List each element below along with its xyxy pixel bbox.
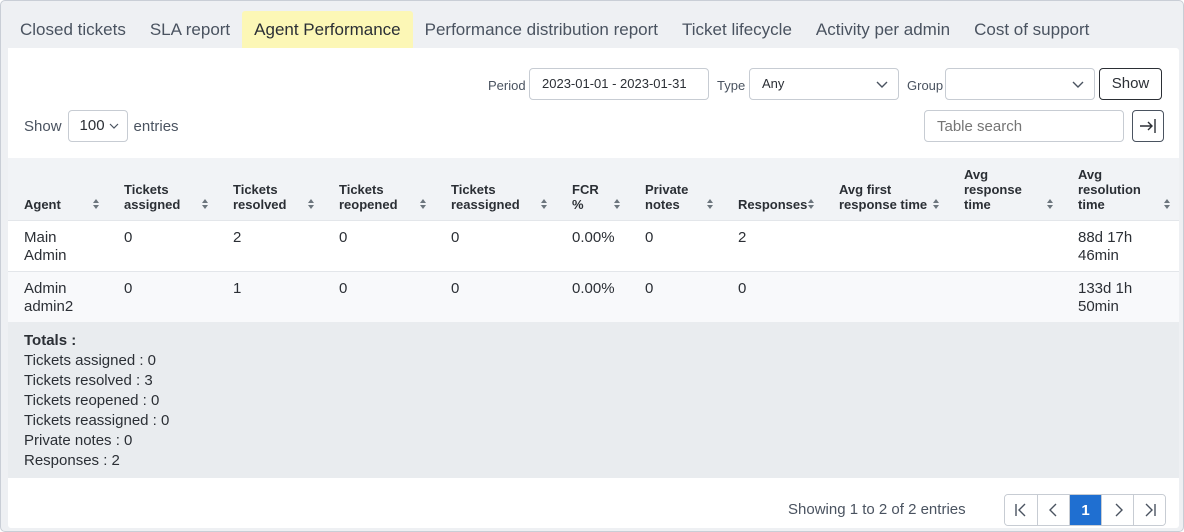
sort-icon [93,198,99,209]
type-label: Type [717,78,746,93]
tab-cost-of-support[interactable]: Cost of support [962,11,1101,48]
sort-icon [707,198,713,209]
cell-resolved: 1 [217,270,323,322]
last-page-button[interactable] [1133,495,1165,525]
period-input[interactable]: 2023-01-01 - 2023-01-31 [529,68,709,100]
column-header-private-notes[interactable]: Private notes [629,158,722,220]
pagination: 1 [1004,494,1166,526]
sort-icon [308,198,314,209]
totals-summary: Totals : Tickets assigned : 0 Tickets re… [8,322,1179,478]
cell-avg-first-response [823,219,948,271]
cell-assigned: 0 [108,219,217,271]
show-button[interactable]: Show [1099,68,1162,100]
tab-closed-tickets[interactable]: Closed tickets [8,11,138,48]
next-page-button[interactable] [1101,495,1133,525]
export-icon [1140,119,1156,133]
column-header-tickets-resolved[interactable]: Tickets resolved [217,158,323,220]
table-search-input[interactable] [924,110,1124,142]
chevron-down-icon [109,123,118,129]
first-page-icon [1015,503,1026,517]
report-panel: Period 2023-01-01 - 2023-01-31 Type Any … [8,48,1179,528]
cell-private-notes: 0 [629,270,722,322]
cell-reopened: 0 [323,219,435,271]
cell-assigned: 0 [108,270,217,322]
group-select[interactable] [945,68,1095,100]
sort-icon [808,198,814,209]
cell-agent: Admin admin2 [8,270,108,322]
sort-icon [202,198,208,209]
chevron-down-icon [1072,81,1084,88]
total-line: Tickets reopened : 0 [24,392,160,409]
cell-avg-resolution: 133d 1h 50min [1062,270,1179,322]
cell-avg-response [948,270,1062,322]
sort-icon [614,198,620,209]
cell-fcr: 0.00% [556,219,629,271]
cell-reopened: 0 [323,270,435,322]
show-label: Show [24,117,62,135]
chevron-left-icon [1048,503,1056,517]
cell-private-notes: 0 [629,219,722,271]
page-button-current[interactable]: 1 [1069,495,1101,525]
type-select-value: Any [762,76,785,91]
period-label: Period [488,78,526,93]
report-window: Closed tickets SLA report Agent Performa… [0,0,1184,532]
cell-responses: 2 [722,219,823,271]
totals-title: Totals : [24,332,77,349]
total-line: Tickets resolved : 3 [24,372,153,389]
column-header-avg-resolution[interactable]: Avg resolution time [1062,158,1179,220]
group-label: Group [907,78,944,93]
last-page-icon [1145,503,1156,517]
column-header-tickets-reopened[interactable]: Tickets reopened [323,158,435,220]
tab-ticket-lifecycle[interactable]: Ticket lifecycle [670,11,804,48]
cell-avg-resolution: 88d 17h 46min [1062,219,1179,271]
column-header-agent[interactable]: Agent [8,158,108,220]
column-header-fcr[interactable]: FCR% [556,158,629,220]
tab-performance-distribution[interactable]: Performance distribution report [413,11,670,48]
cell-fcr: 0.00% [556,270,629,322]
sort-icon [1047,198,1053,209]
column-header-avg-response[interactable]: Avg response time [948,158,1062,220]
sort-icon [1164,198,1170,209]
entries-length-control: Show 100 entries [24,110,179,142]
tab-sla-report[interactable]: SLA report [138,11,242,48]
sort-icon [933,198,939,209]
column-header-avg-first-response[interactable]: Avg first response time [823,158,948,220]
pagination-info: Showing 1 to 2 of 2 entries [788,501,966,518]
cell-responses: 0 [722,270,823,322]
agent-performance-table: Agent Tickets assigned Tickets resolved Ti… [8,158,1179,322]
entries-length-select[interactable]: 100 [67,110,128,142]
cell-agent: Main Admin [8,219,108,271]
export-button[interactable] [1132,110,1164,142]
table-header-row: Agent Tickets assigned Tickets resolved Ti… [8,158,1179,220]
cell-avg-first-response [823,270,948,322]
total-line: Tickets assigned : 0 [24,352,157,369]
total-line: Responses : 2 [24,452,120,469]
report-tabs: Closed tickets SLA report Agent Performa… [8,11,1101,48]
type-select[interactable]: Any [749,68,899,100]
cell-reassigned: 0 [435,219,556,271]
total-line: Tickets reassigned : 0 [24,412,170,429]
cell-avg-response [948,219,1062,271]
column-header-tickets-assigned[interactable]: Tickets assigned [108,158,217,220]
sort-icon [541,198,547,209]
cell-reassigned: 0 [435,270,556,322]
chevron-right-icon [1115,503,1123,517]
cell-resolved: 2 [217,219,323,271]
tab-activity-per-admin[interactable]: Activity per admin [804,11,962,48]
tab-agent-performance[interactable]: Agent Performance [242,11,413,48]
table-row: Main Admin 0 2 0 0 0.00% 0 2 88d 17h 46min [8,219,1179,271]
sort-icon [420,198,426,209]
chevron-down-icon [876,81,888,88]
column-header-responses[interactable]: Responses [722,158,823,220]
previous-page-button[interactable] [1037,495,1069,525]
column-header-tickets-reassigned[interactable]: Tickets reassigned [435,158,556,220]
total-line: Private notes : 0 [24,432,133,449]
first-page-button[interactable] [1005,495,1037,525]
entries-label: entries [133,117,179,135]
entries-length-value: 100 [79,117,105,134]
table-row: Admin admin2 0 1 0 0 0.00% 0 0 133d 1h 50m… [8,270,1179,322]
